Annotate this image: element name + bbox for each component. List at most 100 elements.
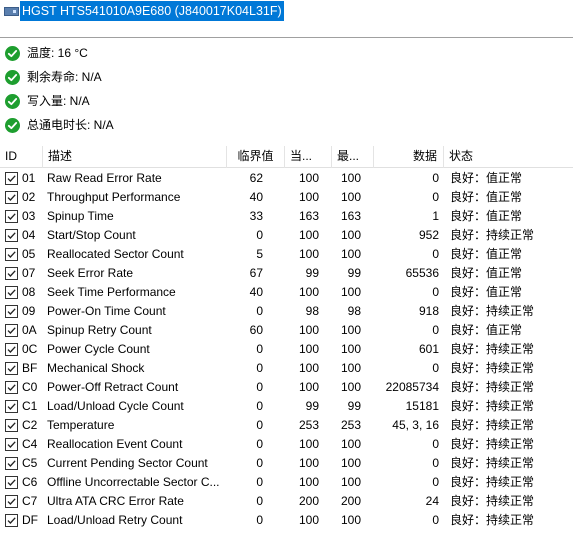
cell-current: 163: [298, 209, 319, 223]
cell-status: 良好：持续正常: [450, 228, 535, 242]
row-checkbox[interactable]: [5, 457, 18, 470]
table-row[interactable]: 0A Spinup Retry Count 60 100 100 0 良好：值正常: [0, 321, 573, 340]
table-row[interactable]: C1 Load/Unload Cycle Count 0 99 99 15181 良好：持续…: [0, 397, 573, 416]
table-row[interactable]: 0C Power Cycle Count 0 100 100 601 良好：持续正常: [0, 340, 573, 359]
row-checkbox[interactable]: [5, 267, 18, 280]
table-row[interactable]: 05 Reallocated Sector Count 5 100 100 0 良好：值正常: [0, 245, 573, 264]
table-row[interactable]: C6 Offline Uncorrectable Sector C... 0 100 1…: [0, 473, 573, 492]
table-row[interactable]: C7 Ultra ATA CRC Error Rate 0 200 200 24 良好：持续…: [0, 492, 573, 511]
cell-threshold: 0: [256, 399, 263, 413]
table-row[interactable]: 04 Start/Stop Count 0 100 100 952 良好：持续正常: [0, 226, 573, 245]
row-checkbox[interactable]: [5, 495, 18, 508]
cell-id: 0A: [22, 323, 37, 337]
table-row[interactable]: C5 Current Pending Sector Count 0 100 100 0 良好…: [0, 454, 573, 473]
cell-description: Reallocated Sector Count: [47, 247, 184, 261]
table-row[interactable]: 03 Spinup Time 33 163 163 1 良好：值正常: [0, 207, 573, 226]
cell-data: 22085734: [385, 380, 439, 394]
cell-status: 良好：持续正常: [450, 513, 535, 527]
table-row[interactable]: 08 Seek Time Performance 40 100 100 0 良好：值正常: [0, 283, 573, 302]
row-checkbox[interactable]: [5, 400, 18, 413]
cell-threshold: 40: [249, 285, 263, 299]
cell-id: DF: [22, 513, 38, 527]
table-row[interactable]: C2 Temperature 0 253 253 45, 3, 16 良好：持续正常: [0, 416, 573, 435]
cell-worst: 100: [340, 456, 361, 470]
cell-description: Reallocation Event Count: [47, 437, 183, 451]
column-header-description[interactable]: 描述: [43, 146, 227, 168]
row-checkbox[interactable]: [5, 419, 18, 432]
row-checkbox[interactable]: [5, 514, 18, 527]
column-header-id[interactable]: ID: [0, 146, 43, 168]
row-checkbox[interactable]: [5, 229, 18, 242]
cell-id: 09: [22, 304, 36, 318]
status-label: 写入量: N/A: [27, 94, 90, 108]
cell-status: 良好：持续正常: [450, 494, 535, 508]
status-item-written: 写入量: N/A: [0, 91, 300, 115]
cell-status: 良好：持续正常: [450, 475, 535, 489]
cell-current: 100: [298, 513, 319, 527]
row-checkbox[interactable]: [5, 210, 18, 223]
cell-worst: 99: [347, 266, 361, 280]
cell-threshold: 0: [256, 418, 263, 432]
cell-worst: 163: [340, 209, 361, 223]
cell-data: 0: [432, 247, 439, 261]
row-checkbox[interactable]: [5, 286, 18, 299]
cell-data: 0: [432, 361, 439, 375]
table-row[interactable]: DF Load/Unload Retry Count 0 100 100 0 良好：持续正常: [0, 511, 573, 530]
column-header-threshold[interactable]: 临界值: [227, 146, 285, 168]
cell-threshold: 67: [249, 266, 263, 280]
row-checkbox[interactable]: [5, 343, 18, 356]
table-row[interactable]: BF Mechanical Shock 0 100 100 0 良好：持续正常: [0, 359, 573, 378]
cell-status: 良好：值正常: [450, 323, 523, 337]
table-row[interactable]: C0 Power-Off Retract Count 0 100 100 22085734…: [0, 378, 573, 397]
table-row[interactable]: 02 Throughput Performance 40 100 100 0 良好：值正常: [0, 188, 573, 207]
cell-worst: 100: [340, 228, 361, 242]
cell-status: 良好：值正常: [450, 266, 523, 280]
table-row[interactable]: 09 Power-On Time Count 0 98 98 918 良好：持续正常: [0, 302, 573, 321]
cell-description: Power-Off Retract Count: [47, 380, 179, 394]
row-checkbox[interactable]: [5, 362, 18, 375]
table-row[interactable]: 01 Raw Read Error Rate 62 100 100 0 良好：值正常: [0, 169, 573, 188]
row-checkbox[interactable]: [5, 191, 18, 204]
column-header-data[interactable]: 数据: [374, 146, 444, 168]
column-header-worst[interactable]: 最...: [332, 146, 374, 168]
row-checkbox[interactable]: [5, 476, 18, 489]
cell-id: C2: [22, 418, 38, 432]
cell-data: 918: [418, 304, 439, 318]
cell-status: 良好：持续正常: [450, 342, 535, 356]
column-header-status[interactable]: 状态: [444, 146, 573, 168]
row-checkbox[interactable]: [5, 438, 18, 451]
cell-worst: 100: [340, 247, 361, 261]
cell-description: Temperature: [47, 418, 115, 432]
column-header-current[interactable]: 当...: [285, 146, 332, 168]
cell-id: C6: [22, 475, 38, 489]
cell-current: 100: [298, 475, 319, 489]
row-checkbox[interactable]: [5, 324, 18, 337]
cell-description: Seek Time Performance: [47, 285, 176, 299]
row-checkbox[interactable]: [5, 248, 18, 261]
row-checkbox[interactable]: [5, 172, 18, 185]
cell-description: Start/Stop Count: [47, 228, 136, 242]
cell-status: 良好：持续正常: [450, 437, 535, 451]
row-checkbox[interactable]: [5, 381, 18, 394]
status-item-temperature: 温度: 16 °C: [0, 43, 300, 67]
cell-id: 03: [22, 209, 36, 223]
table-row[interactable]: C4 Reallocation Event Count 0 100 100 0 良好：持续正…: [0, 435, 573, 454]
cell-id: 08: [22, 285, 36, 299]
cell-threshold: 33: [249, 209, 263, 223]
cell-worst: 100: [340, 380, 361, 394]
table-row[interactable]: 07 Seek Error Rate 67 99 99 65536 良好：值正常: [0, 264, 573, 283]
cell-worst: 100: [340, 190, 361, 204]
cell-id: BF: [22, 361, 38, 375]
cell-id: 01: [22, 171, 36, 185]
cell-threshold: 5: [256, 247, 263, 261]
drive-title[interactable]: HGST HTS541010A9E680 (J840017K04L31F): [20, 1, 284, 21]
cell-current: 100: [298, 190, 319, 204]
row-checkbox[interactable]: [5, 305, 18, 318]
hard-drive-icon: [4, 7, 19, 16]
cell-data: 15181: [405, 399, 439, 413]
cell-threshold: 0: [256, 513, 263, 527]
cell-description: Ultra ATA CRC Error Rate: [47, 494, 184, 508]
cell-description: Offline Uncorrectable Sector C...: [47, 475, 220, 489]
cell-data: 0: [432, 513, 439, 527]
cell-status: 良好：值正常: [450, 247, 523, 261]
